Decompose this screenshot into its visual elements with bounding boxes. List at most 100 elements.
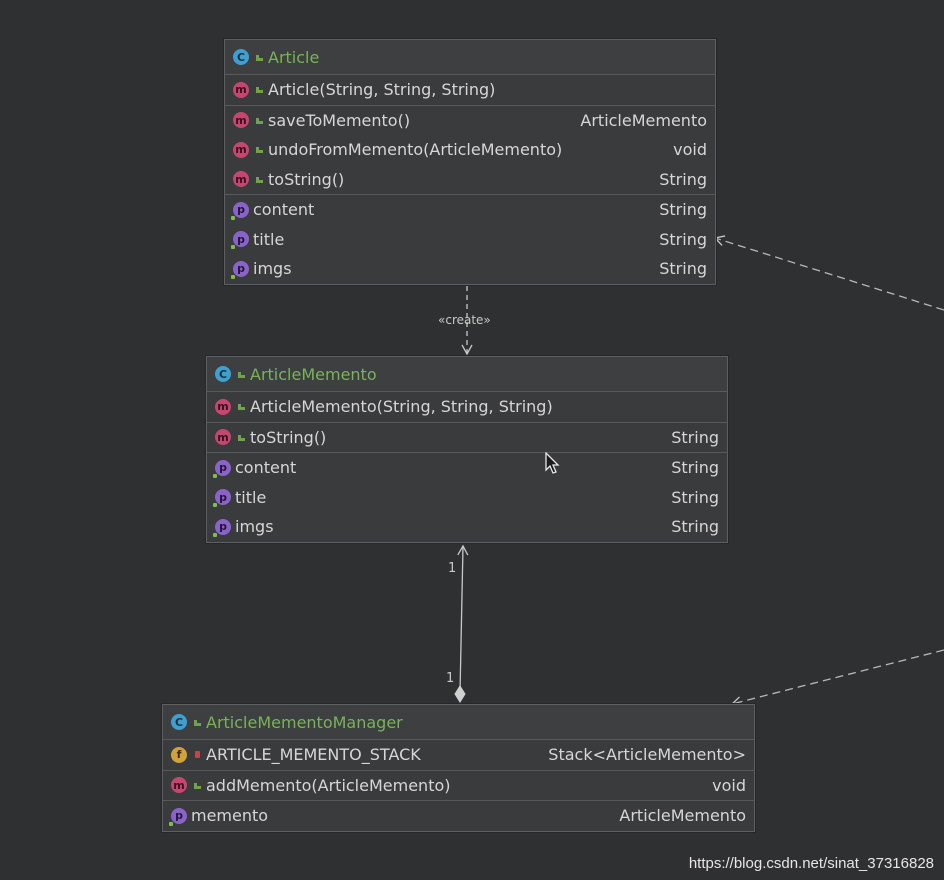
property-type: ArticleMemento [619,806,746,826]
property-row[interactable]: p title String [207,483,727,513]
dependency-line-to-manager [730,649,944,708]
watermark-url: https://blog.csdn.net/sinat_37316828 [688,855,934,872]
method-row[interactable]: m toString() String [225,165,715,195]
public-icon [255,145,264,154]
property-name: memento [191,806,269,826]
method-name: saveToMemento() [268,110,411,130]
field-name: ARTICLE_MEMENTO_STACK [206,745,421,765]
method-name: toString() [250,427,327,447]
method-row[interactable]: m addMemento(ArticleMemento) void [163,771,754,801]
properties-section: p content String p title String p imgs S… [207,453,727,542]
method-row[interactable]: m saveToMemento() ArticleMemento [225,106,715,136]
method-name: undoFromMemento(ArticleMemento) [268,140,563,160]
property-row[interactable]: p content String [225,195,715,225]
property-type: String [659,200,707,220]
method-icon: m [233,171,249,188]
class-box-article[interactable]: C Article m Article(String, String, Stri… [224,39,716,285]
method-name: toString() [268,169,345,189]
methods-section: m toString() String [207,423,727,453]
property-icon: p [231,260,249,279]
properties-section: p content String p title String p imgs S… [225,195,715,284]
properties-section: p memento ArticleMemento [163,801,754,831]
mouse-cursor-icon [545,452,560,474]
property-row[interactable]: p imgs String [207,512,727,542]
method-return-type: String [671,427,719,447]
property-name: title [253,229,285,249]
class-header: C ArticleMementoManager [163,705,754,740]
property-name: imgs [235,517,274,537]
constructor-section: m Article(String, String, String) [225,75,715,106]
fields-section: f ARTICLE_MEMENTO_STACK Stack<ArticleMem… [163,740,754,771]
class-name: ArticleMemento [250,364,377,384]
private-icon [193,750,202,759]
property-type: String [671,487,719,507]
field-row[interactable]: f ARTICLE_MEMENTO_STACK Stack<ArticleMem… [163,740,754,770]
class-header: C Article [225,40,715,75]
field-icon: f [171,746,187,763]
property-icon: p [169,807,187,826]
diagram-canvas: «create» 1 1 C Article m Article(String,… [0,0,944,880]
class-box-article-memento[interactable]: C ArticleMemento m ArticleMemento(String… [206,356,728,543]
property-icon: p [231,231,249,250]
method-icon: m [233,112,249,129]
property-row[interactable]: p imgs String [225,254,715,284]
class-name: ArticleMementoManager [206,712,403,732]
constructor-row[interactable]: m Article(String, String, String) [225,75,715,105]
class-name: Article [268,47,320,67]
method-row[interactable]: m undoFromMemento(ArticleMemento) void [225,135,715,165]
multiplicity-bottom: 1 [446,671,455,686]
multiplicity-top: 1 [448,561,457,576]
public-icon [255,175,264,184]
method-return-type: ArticleMemento [580,110,707,130]
class-icon: C [171,714,187,730]
property-name: content [235,458,297,478]
method-row[interactable]: m toString() String [207,423,727,453]
constructor-signature: ArticleMemento(String, String, String) [250,397,553,417]
dependency-line-to-article [713,235,944,311]
public-icon [193,718,202,727]
class-icon: C [233,49,249,65]
property-row[interactable]: p memento ArticleMemento [163,801,754,831]
public-icon [255,116,264,125]
property-icon: p [213,518,231,537]
property-type: String [671,458,719,478]
property-icon: p [213,489,231,508]
method-return-type: void [673,140,707,160]
constructor-row[interactable]: m ArticleMemento(String, String, String) [207,392,727,422]
public-icon [255,53,264,62]
property-row[interactable]: p title String [225,225,715,255]
constructor-signature: Article(String, String, String) [268,80,496,100]
field-type: Stack<ArticleMemento> [548,745,746,765]
public-icon [237,370,246,379]
property-type: String [659,259,707,279]
method-icon: m [215,398,231,415]
methods-section: m saveToMemento() ArticleMemento m undoF… [225,106,715,195]
method-icon: m [171,777,187,794]
aggregation-line [457,544,469,694]
property-icon: p [231,201,249,220]
property-name: title [235,487,267,507]
create-stereotype-label: «create» [438,313,491,327]
property-row[interactable]: p content String [207,453,727,483]
property-type: String [671,517,719,537]
public-icon [255,85,264,94]
constructor-section: m ArticleMemento(String, String, String) [207,392,727,423]
aggregation-diamond [454,685,466,703]
public-icon [237,402,246,411]
property-icon: p [213,459,231,478]
property-name: content [253,200,315,220]
method-icon: m [233,141,249,158]
method-return-type: String [659,169,707,189]
class-header: C ArticleMemento [207,357,727,392]
class-box-article-memento-manager[interactable]: C ArticleMementoManager f ARTICLE_MEMENT… [162,704,755,832]
method-icon: m [233,81,249,98]
class-icon: C [215,366,231,382]
method-icon: m [215,429,231,446]
method-return-type: void [712,775,746,795]
property-type: String [659,229,707,249]
method-name: addMemento(ArticleMemento) [206,775,451,795]
public-icon [193,781,202,790]
methods-section: m addMemento(ArticleMemento) void [163,771,754,801]
property-name: imgs [253,259,292,279]
public-icon [237,433,246,442]
